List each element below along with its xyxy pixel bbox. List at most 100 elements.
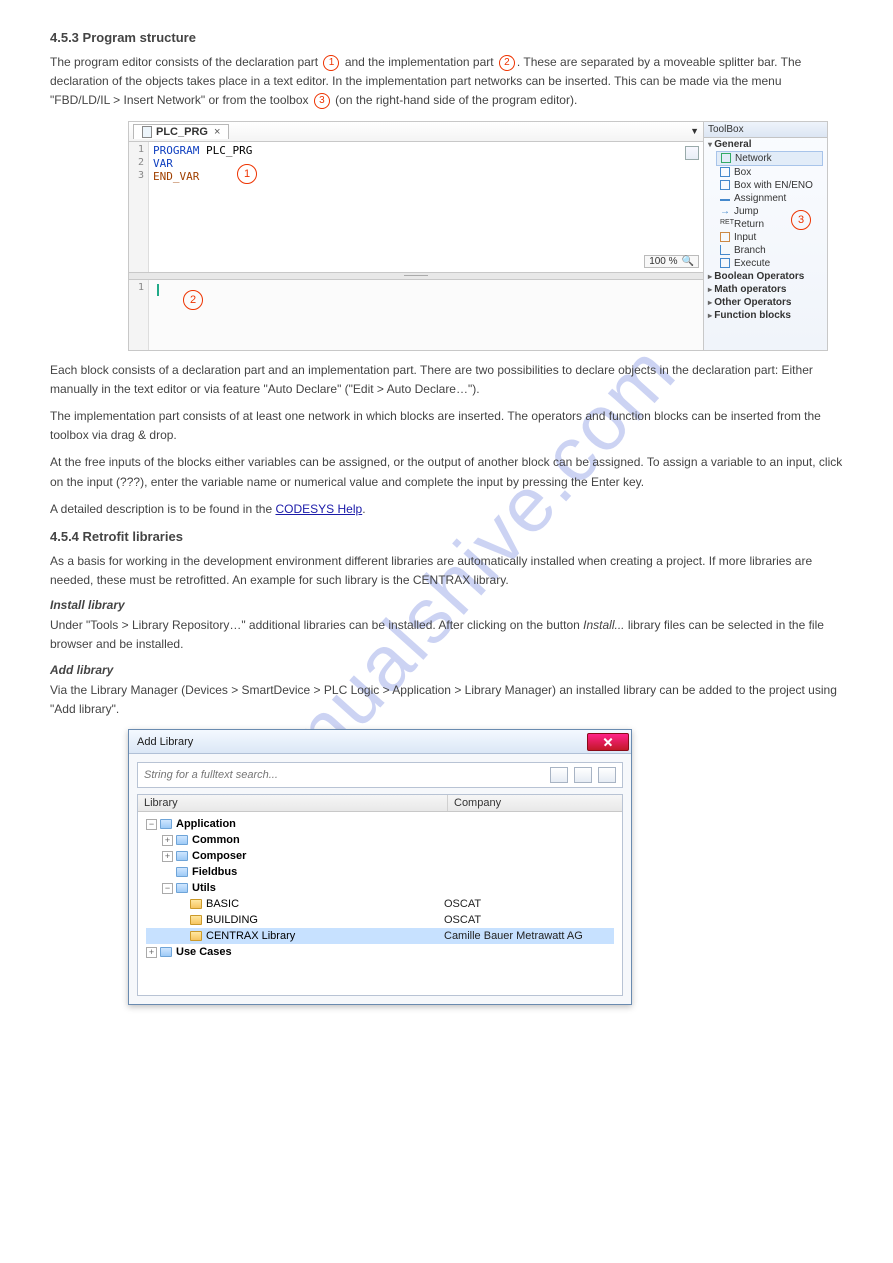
view-toggle-button-2[interactable] xyxy=(574,767,592,783)
toolbox-cat-math[interactable]: Math operators xyxy=(704,283,827,296)
tab-dropdown-icon[interactable]: ▼ xyxy=(690,126,699,136)
tree-label: Fieldbus xyxy=(192,866,237,878)
tree-company: OSCAT xyxy=(444,914,481,926)
mid-paragraph-3b: A detailed description is to be found in… xyxy=(50,500,843,519)
subhead-add: Add library xyxy=(50,663,843,677)
toolbox-item-assignment[interactable]: Assignment xyxy=(704,192,827,205)
folder-icon xyxy=(176,835,188,845)
lib-paragraph-1: As a basis for working in the developmen… xyxy=(50,552,843,590)
toolbox-item-input[interactable]: Input xyxy=(704,231,827,244)
box-en-icon xyxy=(720,180,730,190)
tree-label: Composer xyxy=(192,850,246,862)
tree-label: Common xyxy=(192,834,240,846)
impl-gutter: 1 xyxy=(129,280,149,350)
mid-paragraph-2: The implementation part consists of at l… xyxy=(50,407,843,445)
tree-label: CENTRAX Library xyxy=(206,930,444,942)
toolbox-item-branch[interactable]: Branch xyxy=(704,244,827,257)
pane-toggle-button[interactable] xyxy=(685,146,699,160)
item-label: Box with EN/ENO xyxy=(734,180,813,191)
view-toggle-button-1[interactable] xyxy=(550,767,568,783)
tree-utils[interactable]: −Utils xyxy=(146,880,614,896)
dialog-body: Library Company −Application +Common +Co… xyxy=(129,754,631,1004)
toolbox-cat-boolean[interactable]: Boolean Operators xyxy=(704,270,827,283)
editor-screenshot: PLC_PRG × ▼ 123 PROGRAM PLC_PRG VAR END_… xyxy=(128,121,828,351)
intro-paragraph: The program editor consists of the decla… xyxy=(50,53,843,111)
tab-label: PLC_PRG xyxy=(156,126,208,138)
assignment-icon xyxy=(720,199,730,201)
network-icon xyxy=(721,153,731,163)
kw-endvar: END_VAR xyxy=(153,170,199,183)
input-icon xyxy=(720,232,730,242)
toolbox-cat-other[interactable]: Other Operators xyxy=(704,296,827,309)
declaration-pane: 123 PROGRAM PLC_PRG VAR END_VAR 100 % 🔍 xyxy=(129,142,703,272)
library-grid: Library Company −Application +Common +Co… xyxy=(137,794,623,996)
tree-building[interactable]: BUILDINGOSCAT xyxy=(146,912,614,928)
magnifier-icon: 🔍 xyxy=(682,256,694,267)
library-icon xyxy=(190,899,202,909)
splitter-bar[interactable] xyxy=(129,272,703,280)
section-title-structure: 4.5.3 Program structure xyxy=(50,30,843,45)
tab-close-icon[interactable]: × xyxy=(214,126,220,138)
folder-icon xyxy=(160,819,172,829)
lib-paragraph-2: Under "Tools > Library Repository…" addi… xyxy=(50,616,843,654)
toolbox-item-network[interactable]: Network xyxy=(716,151,823,166)
lib-paragraph-3: Via the Library Manager (Devices > Smart… xyxy=(50,681,843,719)
branch-icon xyxy=(720,245,730,255)
tree-company: Camille Bauer Metrawatt AG xyxy=(444,930,583,942)
return-icon: RET xyxy=(720,219,730,229)
document-icon xyxy=(142,126,152,138)
library-icon xyxy=(190,931,202,941)
tree-application[interactable]: −Application xyxy=(146,816,614,832)
id-plcprg: PLC_PRG xyxy=(206,144,252,157)
dialog-titlebar[interactable]: Add Library xyxy=(129,730,631,754)
tree-company: OSCAT xyxy=(444,898,481,910)
section-title-libraries: 4.5.4 Retrofit libraries xyxy=(50,529,843,544)
tree-label: Utils xyxy=(192,882,216,894)
implementation-pane: 1 xyxy=(129,280,703,350)
toolbox-panel: ToolBox General Network Box Box with EN/… xyxy=(703,122,827,350)
search-row xyxy=(137,762,623,788)
folder-icon xyxy=(176,867,188,877)
item-label: Input xyxy=(734,232,756,243)
item-label: Network xyxy=(735,153,772,164)
tree-basic[interactable]: BASICOSCAT xyxy=(146,896,614,912)
tree-label: BASIC xyxy=(206,898,444,910)
network-canvas[interactable] xyxy=(149,280,703,350)
item-label: Box xyxy=(734,167,751,178)
item-label: Assignment xyxy=(734,193,786,204)
box-icon xyxy=(720,167,730,177)
zoom-indicator[interactable]: 100 % 🔍 xyxy=(644,255,699,268)
view-toggle-button-3[interactable] xyxy=(598,767,616,783)
dialog-title: Add Library xyxy=(137,736,193,748)
codesys-help-link[interactable]: CODESYS Help xyxy=(276,502,363,516)
col-company[interactable]: Company xyxy=(448,795,622,811)
jump-icon: → xyxy=(720,206,730,216)
tree-common[interactable]: +Common xyxy=(146,832,614,848)
tab-plc-prg[interactable]: PLC_PRG × xyxy=(133,124,229,139)
toolbox-cat-fb[interactable]: Function blocks xyxy=(704,309,827,322)
intro-part-a: The program editor consists of the decla… xyxy=(50,55,321,69)
grid-header: Library Company xyxy=(138,795,622,812)
lib2-a: Under "Tools > Library Repository…" addi… xyxy=(50,618,583,632)
page-content: 4.5.3 Program structure The program edit… xyxy=(0,0,893,1035)
ref-circle-1: 1 xyxy=(323,55,339,71)
toolbox-cat-general[interactable]: General xyxy=(704,138,827,151)
toolbox-item-execute[interactable]: Execute xyxy=(704,257,827,270)
tree-usecases[interactable]: +Use Cases xyxy=(146,944,614,960)
subhead-install: Install library xyxy=(50,598,843,612)
toolbox-item-box-en[interactable]: Box with EN/ENO xyxy=(704,179,827,192)
search-input[interactable] xyxy=(144,769,544,781)
col-library[interactable]: Library xyxy=(138,795,448,811)
intro-part-d: (on the right-hand side of the program e… xyxy=(332,93,577,107)
tree-label: BUILDING xyxy=(206,914,444,926)
code-area[interactable]: PROGRAM PLC_PRG VAR END_VAR xyxy=(149,142,703,272)
lib2-italic: Install... xyxy=(583,618,624,632)
toolbox-item-box[interactable]: Box xyxy=(704,166,827,179)
tree-label: Application xyxy=(176,818,236,830)
tree-composer[interactable]: +Composer xyxy=(146,848,614,864)
annotation-2: 2 xyxy=(183,290,203,310)
tree-fieldbus[interactable]: Fieldbus xyxy=(146,864,614,880)
dialog-close-button[interactable] xyxy=(587,733,629,751)
tree-centrax[interactable]: CENTRAX LibraryCamille Bauer Metrawatt A… xyxy=(146,928,614,944)
folder-icon xyxy=(160,947,172,957)
